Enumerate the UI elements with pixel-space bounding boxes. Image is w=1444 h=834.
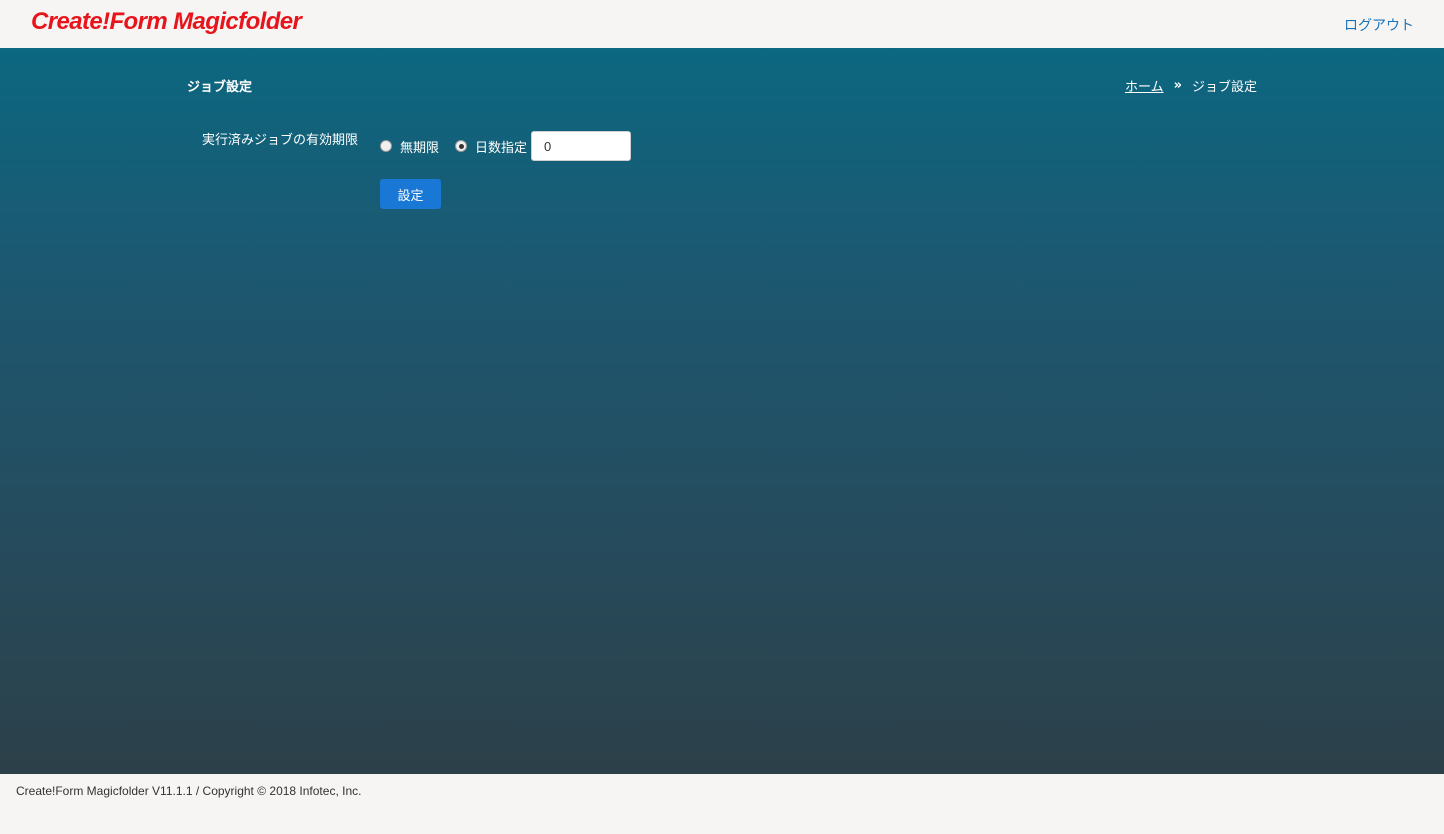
job-expiry-options: 無期限 日数指定 bbox=[380, 131, 632, 161]
unlimited-radio-label[interactable]: 無期限 bbox=[400, 137, 439, 156]
logout-link[interactable]: ログアウト bbox=[1344, 15, 1414, 35]
app-footer: Create!Form Magicfolder V11.1.1 / Copyri… bbox=[0, 774, 1444, 834]
job-expiry-label: 実行済みジョブの有効期限 bbox=[202, 133, 359, 148]
breadcrumb-home-link[interactable]: ホーム bbox=[1125, 76, 1164, 95]
unlimited-radio[interactable] bbox=[380, 140, 392, 152]
days-radio-label[interactable]: 日数指定 bbox=[475, 137, 527, 156]
submit-button[interactable]: 設定 bbox=[380, 179, 441, 209]
breadcrumb-separator: » bbox=[1173, 78, 1182, 93]
copyright-text: Create!Form Magicfolder V11.1.1 / Copyri… bbox=[16, 784, 362, 798]
app-header: Create!Form Magicfolder ログアウト bbox=[0, 0, 1444, 48]
days-radio[interactable] bbox=[455, 140, 468, 152]
app-logo: Create!Form Magicfolder bbox=[31, 8, 302, 35]
page-title: ジョブ設定 bbox=[187, 80, 253, 95]
main-content: ジョブ設定 ホーム » ジョブ設定 実行済みジョブの有効期限 無期限 日数指定 … bbox=[0, 48, 1444, 774]
breadcrumb: ホーム » ジョブ設定 bbox=[1125, 76, 1257, 95]
breadcrumb-current: ジョブ設定 bbox=[1191, 80, 1257, 95]
days-input[interactable] bbox=[531, 131, 632, 161]
